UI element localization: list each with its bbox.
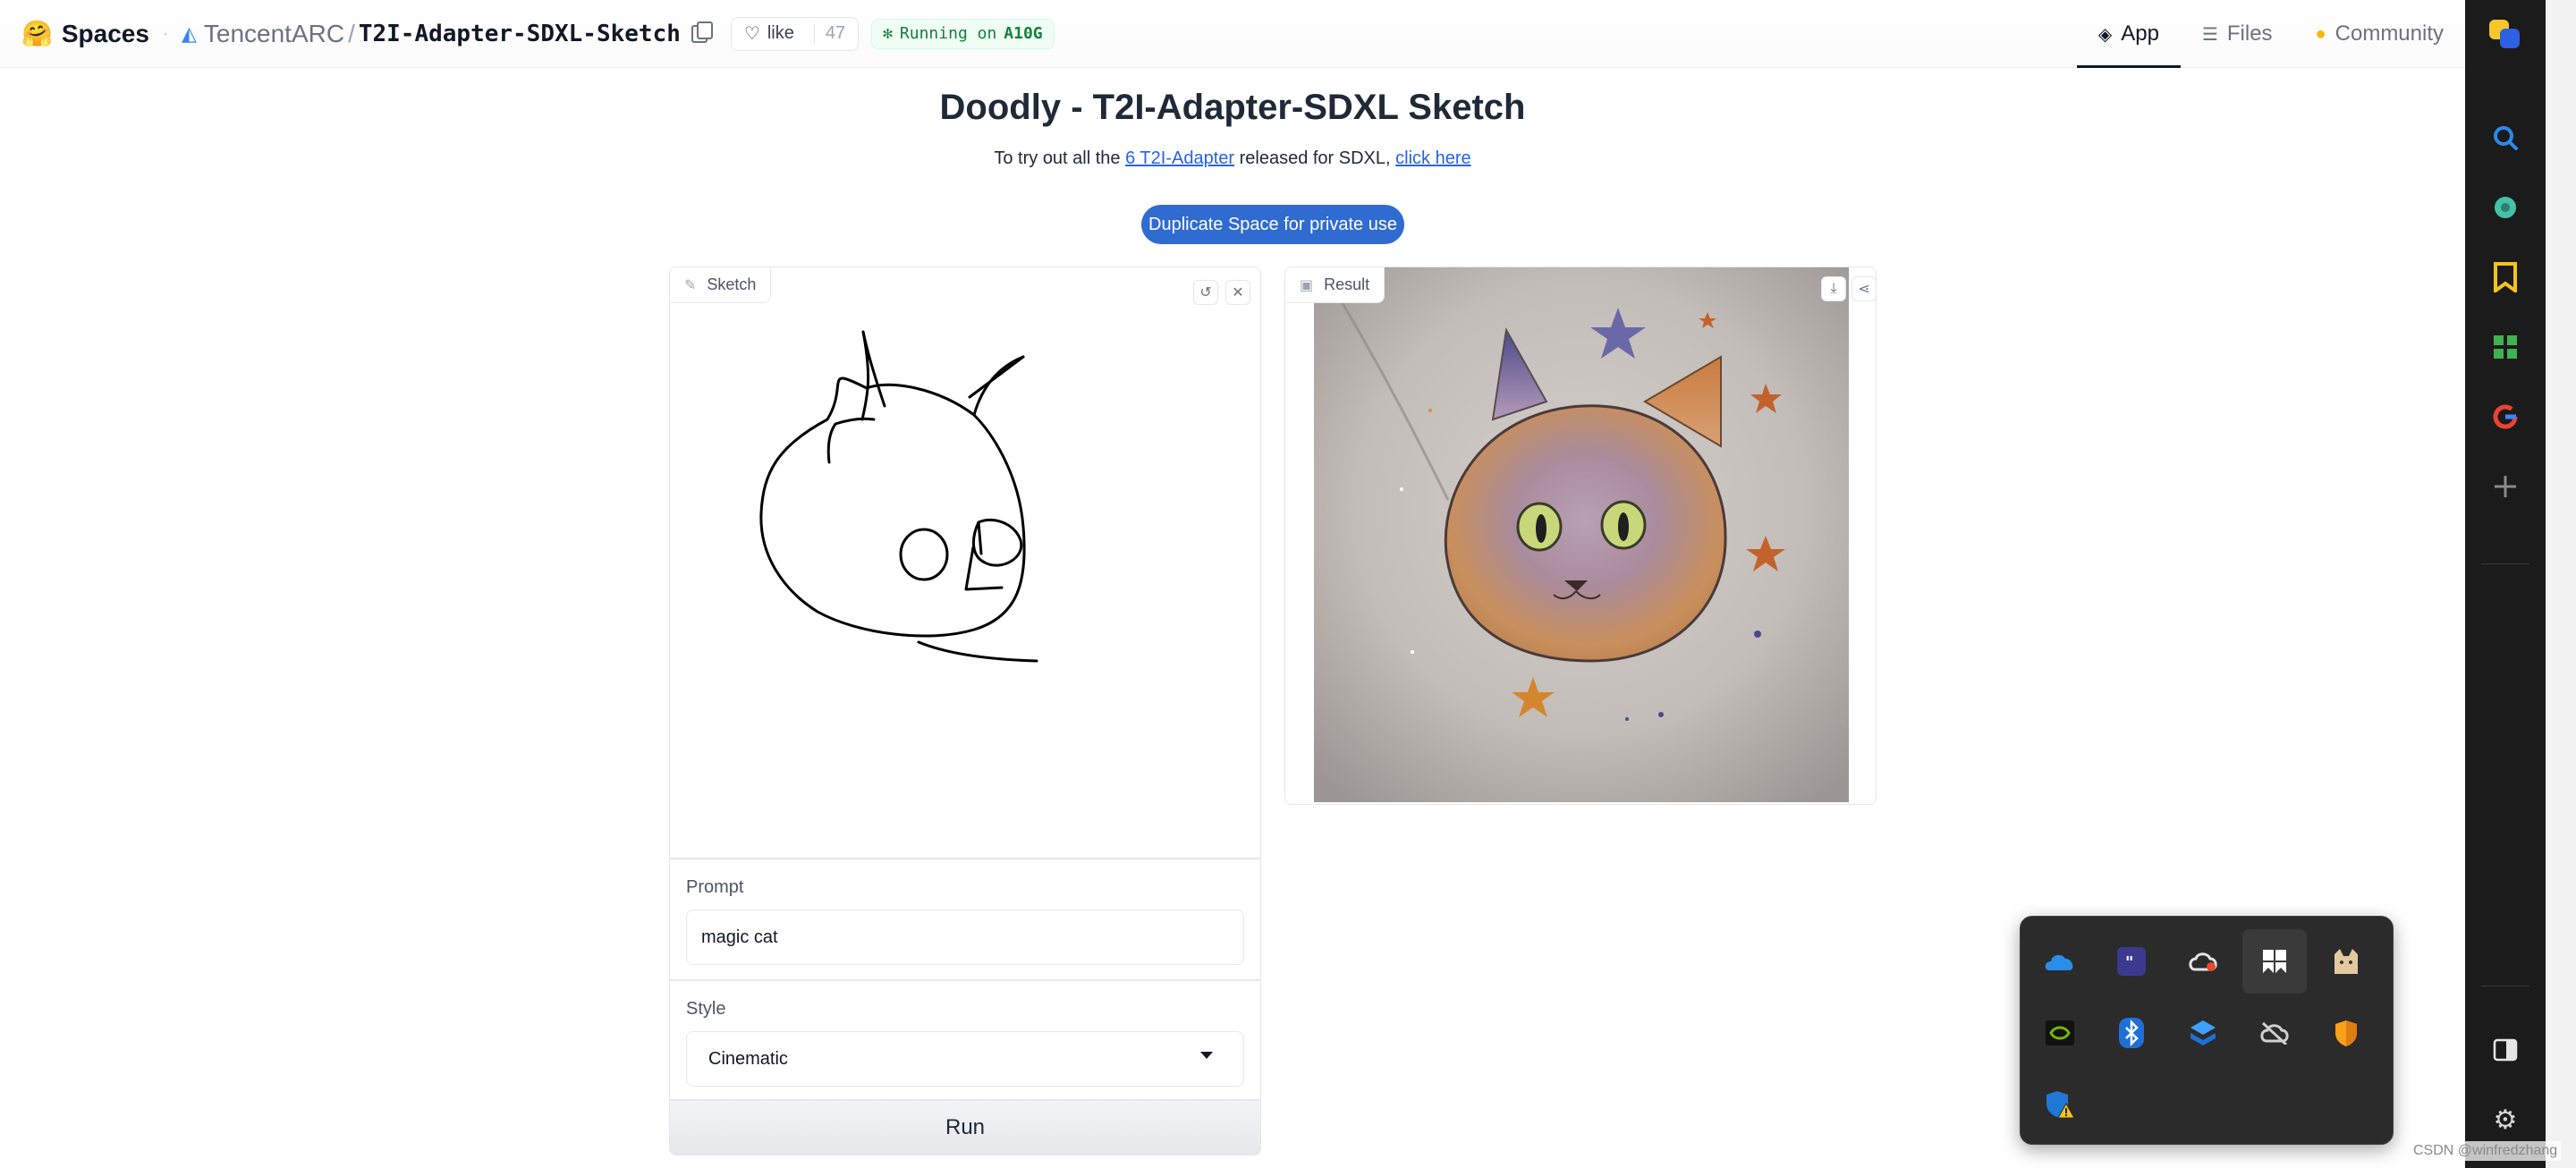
system-tray-flyout: "	[2020, 916, 2394, 1145]
like-label: like	[767, 23, 794, 43]
browser-sidebar: ⚙	[2465, 0, 2576, 1168]
top-navigation-bar: 🤗 Spaces · ◭ TencentARC / T2I-Adapter-SD…	[0, 0, 2465, 68]
sketch-canvas-panel[interactable]: ✎ Sketch ↺ ✕	[669, 267, 1261, 859]
close-icon: ✕	[1232, 285, 1244, 300]
share-button[interactable]: ⋖	[1852, 276, 1877, 301]
apps-grid-icon[interactable]	[2487, 329, 2523, 365]
tab-app-label: App	[2121, 21, 2159, 46]
share-icon: ⋖	[1858, 282, 1870, 297]
org-link[interactable]: TencentARC	[204, 20, 344, 48]
undo-icon: ↺	[1199, 285, 1212, 300]
style-selected-value: Cinematic	[708, 1048, 788, 1069]
like-button[interactable]: ♡ like 47	[730, 16, 860, 51]
space-tabs: ◈ App ☰ Files ● Community	[2076, 0, 2465, 68]
click-here-link[interactable]: click here	[1395, 148, 1470, 168]
status-badge[interactable]: ✻ Running on A10G	[871, 18, 1055, 49]
tab-files[interactable]: ☰ Files	[2181, 0, 2294, 68]
repo-name-link[interactable]: T2I-Adapter-SDXL-Sketch	[359, 21, 681, 47]
scrollbar-track[interactable]	[2546, 0, 2576, 1168]
spaces-brand-label: Spaces	[61, 19, 149, 47]
pencil-icon: ✎	[684, 277, 697, 293]
tab-app[interactable]: ◈ App	[2076, 0, 2182, 68]
result-image	[1314, 267, 1849, 802]
caret-down-icon	[1200, 1052, 1213, 1059]
nvidia-icon[interactable]	[2028, 1001, 2092, 1065]
spaces-home-link[interactable]: 🤗 Spaces	[21, 20, 149, 48]
bluetooth-icon[interactable]	[2099, 1001, 2164, 1065]
download-icon: ⤓	[1830, 281, 1837, 296]
style-block: Style Cinematic	[669, 980, 1261, 1100]
cube-icon: ◈	[2097, 24, 2113, 45]
bookmark-icon[interactable]	[2487, 259, 2523, 295]
hugging-face-logo-icon: 🤗	[21, 19, 53, 47]
style-label: Style	[686, 999, 726, 1019]
layers-app-icon[interactable]	[2171, 1001, 2235, 1065]
community-icon: ●	[2315, 23, 2326, 44]
image-icon: ▣	[1300, 277, 1314, 293]
page-title: Doodly - T2I-Adapter-SDXL Sketch	[939, 88, 1526, 127]
result-image-panel: ▣ Result ⤓ ⋖	[1284, 267, 1877, 805]
sketch-drawing[interactable]	[670, 267, 1262, 859]
tab-community[interactable]: ● Community	[2294, 0, 2465, 68]
like-count: 47	[813, 23, 845, 44]
tab-community-label: Community	[2334, 21, 2444, 46]
status-hardware: A10G	[1004, 24, 1043, 43]
quote-app-icon[interactable]: "	[2099, 929, 2164, 994]
subtitle-text-1: To try out all the	[994, 148, 1126, 168]
cloud-offline-icon[interactable]	[2242, 1001, 2307, 1065]
google-icon[interactable]	[2487, 399, 2523, 435]
style-dropdown[interactable]: Cinematic	[686, 1031, 1244, 1087]
heart-icon: ♡	[743, 24, 760, 44]
creative-cloud-icon[interactable]	[2171, 929, 2235, 994]
download-button[interactable]: ⤓	[1821, 276, 1846, 301]
result-label-tab: ▣ Result	[1285, 267, 1385, 303]
status-prefix: Running on	[899, 24, 997, 43]
extension-globe-icon[interactable]	[2487, 190, 2523, 225]
undo-button[interactable]: ↺	[1193, 280, 1218, 305]
shield-icon[interactable]	[2314, 1001, 2378, 1065]
sketch-label: Sketch	[707, 275, 757, 293]
panel-toggle-icon[interactable]	[2487, 1032, 2523, 1068]
copilot-icon[interactable]	[2487, 16, 2523, 52]
tab-files-label: Files	[2226, 21, 2273, 46]
duplicate-space-button[interactable]: Duplicate Space for private use	[1141, 205, 1404, 244]
svg-text:": "	[2125, 953, 2133, 972]
clear-button[interactable]: ✕	[1225, 280, 1250, 305]
watermark-text: CSDN @winfredzhang	[2410, 1141, 2562, 1161]
security-warning-icon[interactable]	[2028, 1072, 2092, 1137]
subtitle-text-2: released for SDXL,	[1234, 148, 1396, 168]
sketch-label-tab: ✎ Sketch	[670, 267, 772, 303]
copy-icon[interactable]	[691, 21, 713, 43]
result-label: Result	[1324, 275, 1370, 293]
run-button[interactable]: Run	[669, 1100, 1261, 1155]
prompt-input[interactable]: magic cat	[686, 910, 1244, 965]
fan-icon: ✻	[883, 24, 893, 43]
sidebar-panel: ⚙	[2465, 0, 2546, 1168]
prompt-label: Prompt	[686, 877, 744, 897]
cat-app-icon[interactable]	[2314, 929, 2378, 994]
page-subtitle: To try out all the 6 T2I-Adapter release…	[0, 148, 2465, 169]
add-icon[interactable]	[2487, 469, 2523, 504]
onedrive-icon[interactable]	[2028, 929, 2092, 994]
search-icon[interactable]	[2487, 120, 2523, 156]
sidebar-divider	[2481, 563, 2529, 564]
t2i-adapter-link[interactable]: 6 T2I-Adapter	[1125, 148, 1234, 168]
separator-dot: ·	[161, 21, 169, 46]
breadcrumb-slash: /	[348, 19, 355, 47]
org-avatar-icon: ◭	[181, 21, 197, 45]
prompt-block: Prompt magic cat	[669, 859, 1261, 980]
tray-app-icon[interactable]	[2242, 929, 2307, 994]
files-icon: ☰	[2201, 24, 2218, 45]
gear-icon[interactable]: ⚙	[2487, 1102, 2523, 1138]
